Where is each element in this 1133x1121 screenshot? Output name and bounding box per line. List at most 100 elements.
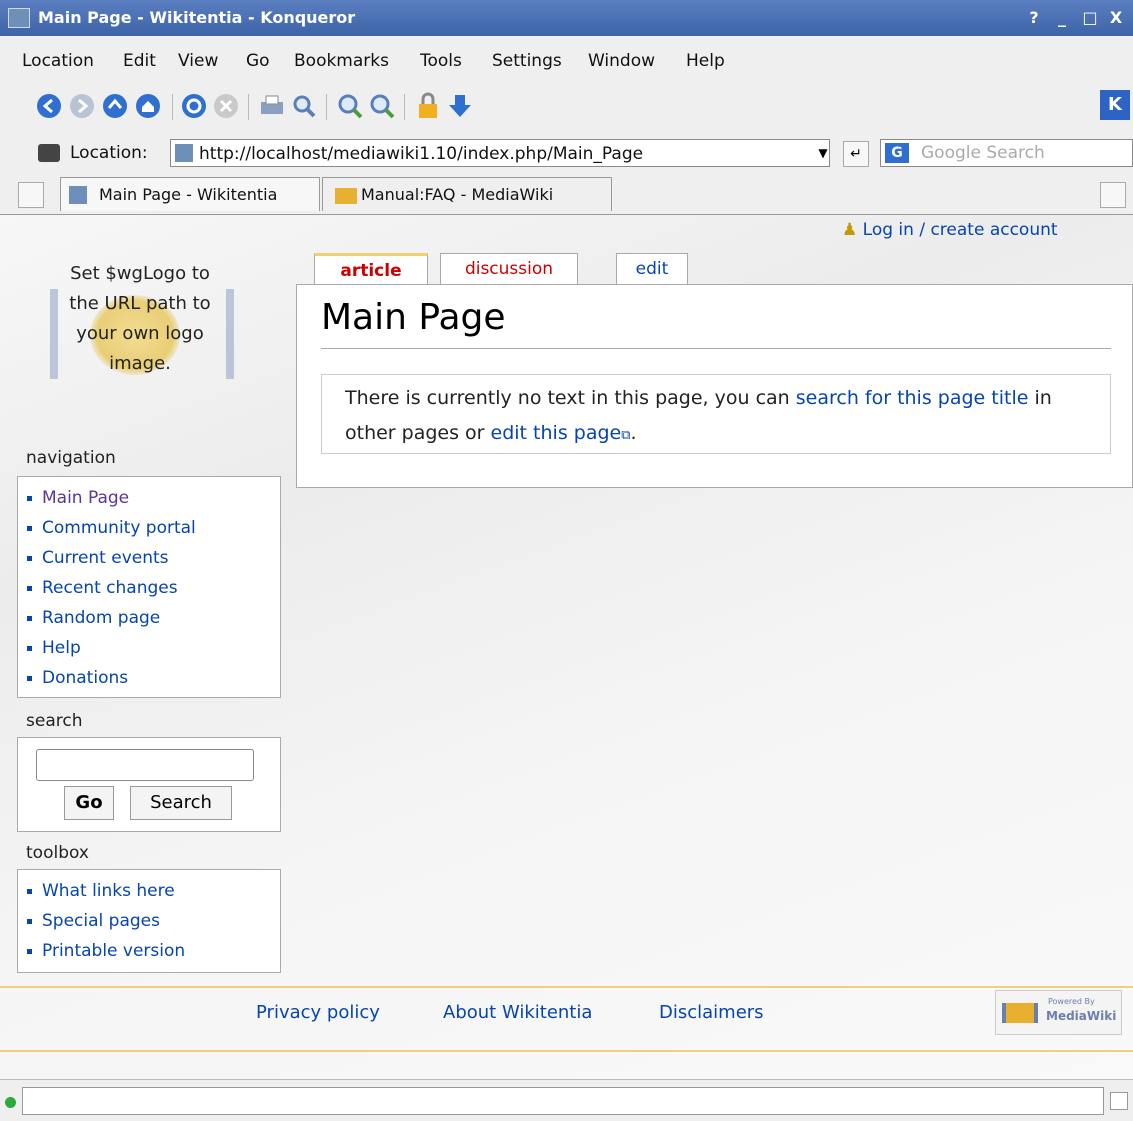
close-tab-icon[interactable] — [1100, 182, 1126, 208]
search-heading: search — [26, 711, 83, 731]
window-title-bar[interactable]: Main Page - Wikitentia - Konqueror ? _ □… — [0, 0, 1133, 36]
stop-icon[interactable] — [212, 92, 240, 120]
tab-label: Main Page - Wikitentia — [99, 185, 278, 204]
menu-window[interactable]: Window — [588, 51, 655, 71]
url-text: http://localhost/mediawiki1.10/index.php… — [199, 144, 644, 164]
menu-help[interactable]: Help — [686, 51, 725, 71]
app-icon — [8, 8, 30, 28]
footer-disclaimers-link[interactable]: Disclaimers — [659, 1002, 764, 1023]
notice-text-part: . — [630, 422, 637, 444]
tab-manual-faq[interactable]: Manual:FAQ - MediaWiki — [322, 177, 612, 211]
main-toolbar: K — [0, 86, 1133, 136]
content-area: Main Page There is currently no text in … — [296, 284, 1133, 488]
footer-bottom-border — [0, 1050, 1133, 1052]
powered-by-mediawiki-badge[interactable]: Powered By MediaWiki — [995, 990, 1122, 1035]
new-tab-icon[interactable] — [18, 182, 44, 208]
print-icon[interactable] — [258, 92, 286, 120]
tab-edit[interactable]: edit — [616, 253, 688, 286]
zoom-out-icon[interactable] — [368, 92, 396, 120]
status-checkbox[interactable] — [1110, 1092, 1128, 1110]
tab-main-page[interactable]: Main Page - Wikitentia — [60, 177, 320, 211]
go-url-button[interactable]: ↵ — [843, 141, 869, 167]
menu-view[interactable]: View — [178, 51, 218, 71]
edit-this-page-link[interactable]: edit this page — [491, 422, 622, 444]
footer-top-border — [0, 986, 1133, 988]
nav-help[interactable]: Help — [27, 633, 280, 663]
page-title: Main Page — [321, 297, 506, 338]
external-link-icon: ⧉ — [621, 428, 631, 443]
tab-label: Manual:FAQ - MediaWiki — [361, 185, 554, 204]
title-divider — [321, 348, 1111, 349]
notice-text-part: There is currently no text in this page,… — [345, 387, 796, 409]
nav-donations[interactable]: Donations — [27, 663, 280, 693]
status-indicator-icon — [5, 1097, 16, 1108]
toolbox-heading: toolbox — [26, 843, 89, 863]
menu-settings[interactable]: Settings — [492, 51, 562, 71]
go-button[interactable]: Go — [64, 786, 114, 820]
tab-favicon-icon — [69, 186, 87, 204]
search-portlet: Go Search — [17, 737, 281, 832]
notice-text: There is currently no text in this page,… — [345, 381, 1075, 453]
nav-recent-changes[interactable]: Recent changes — [27, 573, 280, 603]
tab-discussion[interactable]: discussion — [440, 253, 578, 286]
tool-what-links-here[interactable]: What links here — [27, 876, 280, 906]
no-text-notice: There is currently no text in this page,… — [321, 374, 1111, 454]
maximize-button[interactable]: □ — [1079, 7, 1101, 29]
mediawiki-text: MediaWiki — [1046, 1009, 1117, 1023]
tool-special-pages[interactable]: Special pages — [27, 906, 280, 936]
nav-community-portal[interactable]: Community portal — [27, 513, 280, 543]
nav-main-page[interactable]: Main Page — [27, 483, 280, 513]
footer-privacy-link[interactable]: Privacy policy — [256, 1002, 380, 1023]
logo-placeholder-text[interactable]: Set $wgLogo to the URL path to your own … — [60, 259, 220, 379]
footer-about-link[interactable]: About Wikitentia — [443, 1002, 592, 1023]
browser-tab-bar: Main Page - Wikitentia Manual:FAQ - Medi… — [0, 174, 1133, 215]
favicon-icon — [175, 144, 193, 162]
google-icon: G — [885, 143, 909, 163]
forward-icon[interactable] — [68, 92, 96, 120]
menu-tools[interactable]: Tools — [420, 51, 462, 71]
search-page-title-link[interactable]: search for this page title — [796, 387, 1029, 409]
menu-go[interactable]: Go — [246, 51, 270, 71]
search-button[interactable]: Search — [130, 786, 232, 820]
search-input[interactable] — [36, 749, 254, 781]
window-title: Main Page - Wikitentia - Konqueror — [38, 8, 356, 27]
google-search-field[interactable]: G Google Search — [880, 139, 1133, 167]
location-bar: Location: http://localhost/mediawiki1.10… — [0, 136, 1133, 174]
menu-edit[interactable]: Edit — [123, 51, 156, 71]
google-search-placeholder: Google Search — [921, 143, 1045, 163]
toolbox-portlet: What links here Special pages Printable … — [17, 869, 281, 973]
status-text-field — [22, 1087, 1104, 1115]
login-link[interactable]: Log in / create account — [863, 220, 1058, 240]
location-label: Location: — [70, 143, 148, 163]
reload-icon[interactable] — [180, 92, 208, 120]
find-icon[interactable] — [290, 92, 318, 120]
status-bar — [0, 1079, 1133, 1121]
url-field[interactable]: http://localhost/mediawiki1.10/index.php… — [170, 139, 830, 167]
navigation-portlet: Main Page Community portal Current event… — [17, 476, 281, 698]
home-icon[interactable] — [134, 92, 162, 120]
clear-location-icon[interactable] — [38, 144, 60, 162]
web-page: Set $wgLogo to the URL path to your own … — [0, 215, 1133, 1079]
url-dropdown-icon[interactable]: ▼ — [816, 140, 830, 166]
user-icon: ♟ — [842, 220, 858, 240]
mediawiki-logo-icon — [1002, 1003, 1038, 1023]
close-button[interactable]: X — [1105, 7, 1127, 29]
zoom-in-icon[interactable] — [336, 92, 364, 120]
nav-random-page[interactable]: Random page — [27, 603, 280, 633]
menu-location[interactable]: Location — [22, 51, 94, 71]
help-button[interactable]: ? — [1023, 7, 1045, 29]
security-lock-icon[interactable] — [414, 92, 442, 120]
navigation-heading: navigation — [26, 448, 116, 468]
download-icon[interactable] — [446, 92, 474, 120]
tool-printable-version[interactable]: Printable version — [27, 936, 280, 966]
tab-article[interactable]: article — [314, 253, 428, 286]
tab-favicon-icon — [335, 188, 357, 204]
up-icon[interactable] — [101, 92, 129, 120]
personal-tools: ♟ Log in / create account — [842, 220, 1058, 240]
kde-logo-icon[interactable]: K — [1100, 90, 1130, 120]
minimize-button[interactable]: _ — [1051, 7, 1073, 29]
menu-bookmarks[interactable]: Bookmarks — [294, 51, 389, 71]
menu-bar: Location Edit View Go Bookmarks Tools Se… — [0, 36, 1133, 86]
back-icon[interactable] — [35, 92, 63, 120]
nav-current-events[interactable]: Current events — [27, 543, 280, 573]
